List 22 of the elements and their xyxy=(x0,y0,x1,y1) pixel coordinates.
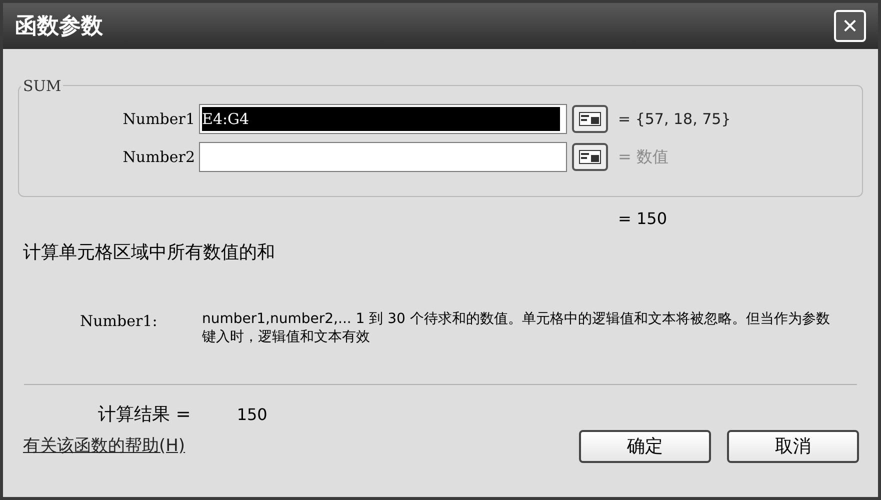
argument-result: = 数值 xyxy=(618,146,668,168)
result-value: 150 xyxy=(236,404,268,426)
result-label: 计算结果 = xyxy=(98,403,191,427)
argument-field[interactable] xyxy=(199,142,567,172)
ok-button[interactable]: 确定 xyxy=(579,430,711,463)
argument-label: Number2 xyxy=(122,146,196,168)
argument-value: E4:G4 xyxy=(202,107,560,131)
help-link[interactable]: 有关该函数的帮助(H) xyxy=(23,434,186,460)
cancel-button[interactable]: 取消 xyxy=(727,430,859,463)
argument-help-label: Number1: xyxy=(80,311,158,332)
collapse-dialog-button[interactable] xyxy=(572,143,608,171)
range-select-icon xyxy=(579,112,601,126)
collapse-dialog-button[interactable] xyxy=(572,105,608,133)
window-title: 函数参数 xyxy=(15,12,103,40)
function-description: 计算单元格区域中所有数值的和 xyxy=(23,241,276,265)
argument-result: = {57, 18, 75} xyxy=(618,108,731,130)
formula-result: = 150 xyxy=(618,208,668,230)
argument-field[interactable]: E4:G4 xyxy=(199,104,567,134)
close-button[interactable]: ✕ xyxy=(834,10,866,42)
argument-label: Number1 xyxy=(122,108,196,130)
range-select-icon xyxy=(579,150,601,164)
argument-help-text: number1,number2,... 1 到 30 个待求和的数值。单元格中的逻辑值和文本将被忽略。但当作为参数键入时，逻辑值和文本有效 xyxy=(202,310,831,346)
